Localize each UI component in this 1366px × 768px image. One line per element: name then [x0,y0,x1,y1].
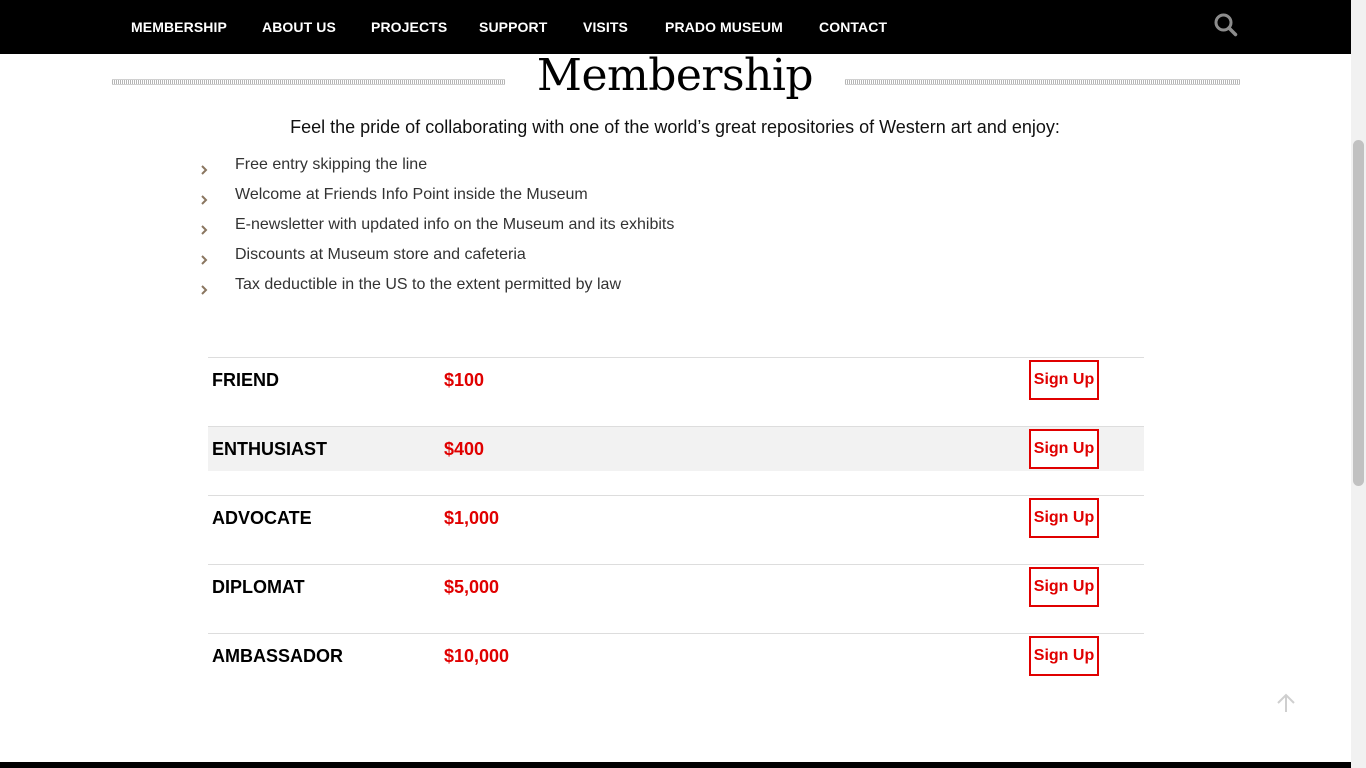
intro-text: Feel the pride of collaborating with one… [290,117,1060,137]
sign-up-button-ambassador[interactable]: Sign Up [1029,636,1099,676]
nav-item-contact[interactable]: CONTACT [819,18,887,36]
tier-price: $1,000 [444,508,500,528]
benefit-text: Discounts at Museum store and cafeteria [235,246,526,263]
chevron-right-icon [198,189,210,205]
nav-item-prado-museum[interactable]: PRADO MUSEUM [665,18,783,36]
chevron-right-icon [198,279,210,295]
page-title: Membership [536,50,814,101]
nav-item-projects[interactable]: PROJECTS [371,18,447,36]
table-row: DIPLOMAT $5,000 Sign Up [208,564,1144,633]
page-scrollbar-thumb[interactable] [1353,140,1364,486]
tier-price: $100 [444,370,485,390]
nav-item-visits[interactable]: VISITS [583,18,628,36]
benefit-text: Free entry skipping the line [235,156,428,173]
table-row: ADVOCATE $1,000 Sign Up [208,495,1144,564]
nav-item-membership[interactable]: MEMBERSHIP [131,18,227,36]
tier-price: $400 [444,439,485,459]
sign-up-button-diplomat[interactable]: Sign Up [1029,567,1099,607]
tier-name: ENTHUSIAST [212,439,328,459]
chevron-right-icon [198,159,210,175]
chevron-right-icon [198,249,210,265]
tier-price: $10,000 [444,646,510,666]
table-row: ENTHUSIAST $400 Sign Up [208,426,1144,495]
title-divider-left [112,79,505,85]
sign-up-button-enthusiast[interactable]: Sign Up [1029,429,1099,469]
table-row: AMBASSADOR $10,000 Sign Up [208,633,1144,702]
nav-item-about-us[interactable]: ABOUT US [262,18,336,36]
tier-name: FRIEND [212,370,279,390]
sign-up-button-friend[interactable]: Sign Up [1029,360,1099,400]
chevron-right-icon [198,219,210,235]
row-highlight [208,427,1144,471]
benefit-text: Tax deductible in the US to the extent p… [235,276,621,293]
title-divider-right [845,79,1240,85]
arrow-up-icon[interactable] [1276,692,1296,714]
sign-up-button-advocate[interactable]: Sign Up [1029,498,1099,538]
search-icon[interactable] [1213,12,1239,38]
nav-item-support[interactable]: SUPPORT [479,18,547,36]
tier-name: DIPLOMAT [212,577,305,597]
tier-name: ADVOCATE [212,508,312,528]
benefit-text: E-newsletter with updated info on the Mu… [235,216,675,233]
tier-price: $5,000 [444,577,500,597]
footer-edge [0,762,1351,768]
tier-name: AMBASSADOR [212,646,344,666]
table-row: FRIEND $100 Sign Up [208,357,1144,426]
benefit-text: Welcome at Friends Info Point inside the… [235,186,588,203]
